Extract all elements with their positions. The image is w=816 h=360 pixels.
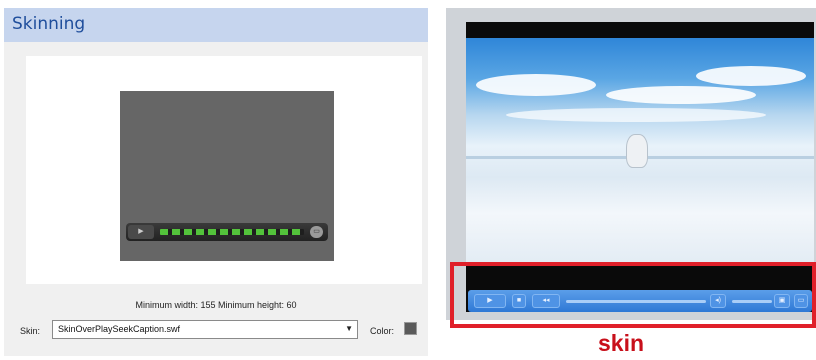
color-picker-swatch[interactable] [404, 322, 417, 335]
color-label: Color: [370, 326, 395, 336]
skin-label: Skin: [20, 326, 41, 336]
panel-title: Skinning [12, 14, 86, 34]
preview-seek-bar [160, 229, 304, 235]
skin-highlight-box [450, 262, 816, 328]
cloud-shape [606, 86, 756, 104]
skin-preview-area: ▶ ▭ [26, 56, 422, 284]
video-frame-image [466, 38, 814, 263]
cloud-shape [476, 74, 596, 96]
polar-bear-figure [626, 134, 648, 168]
preview-video-placeholder: ▶ ▭ [120, 91, 334, 261]
min-dimensions-label: Minimum width: 155 Minimum height: 60 [135, 300, 297, 310]
preview-play-icon: ▶ [128, 225, 154, 239]
cloud-shape [696, 66, 806, 86]
skin-select[interactable]: SkinOverPlaySeekCaption.swf ▼ [52, 320, 358, 339]
preview-caption-icon: ▭ [310, 226, 323, 238]
preview-control-bar: ▶ ▭ [126, 223, 328, 241]
cloud-shape [506, 108, 766, 122]
panel-header: Skinning [4, 8, 428, 42]
skinning-panel: Skinning ▶ ▭ Minimum width: 155 Minimum … [4, 8, 428, 356]
skin-annotation-label: skin [598, 330, 645, 356]
skin-select-value: SkinOverPlaySeekCaption.swf [58, 324, 181, 334]
chevron-down-icon: ▼ [345, 324, 353, 333]
